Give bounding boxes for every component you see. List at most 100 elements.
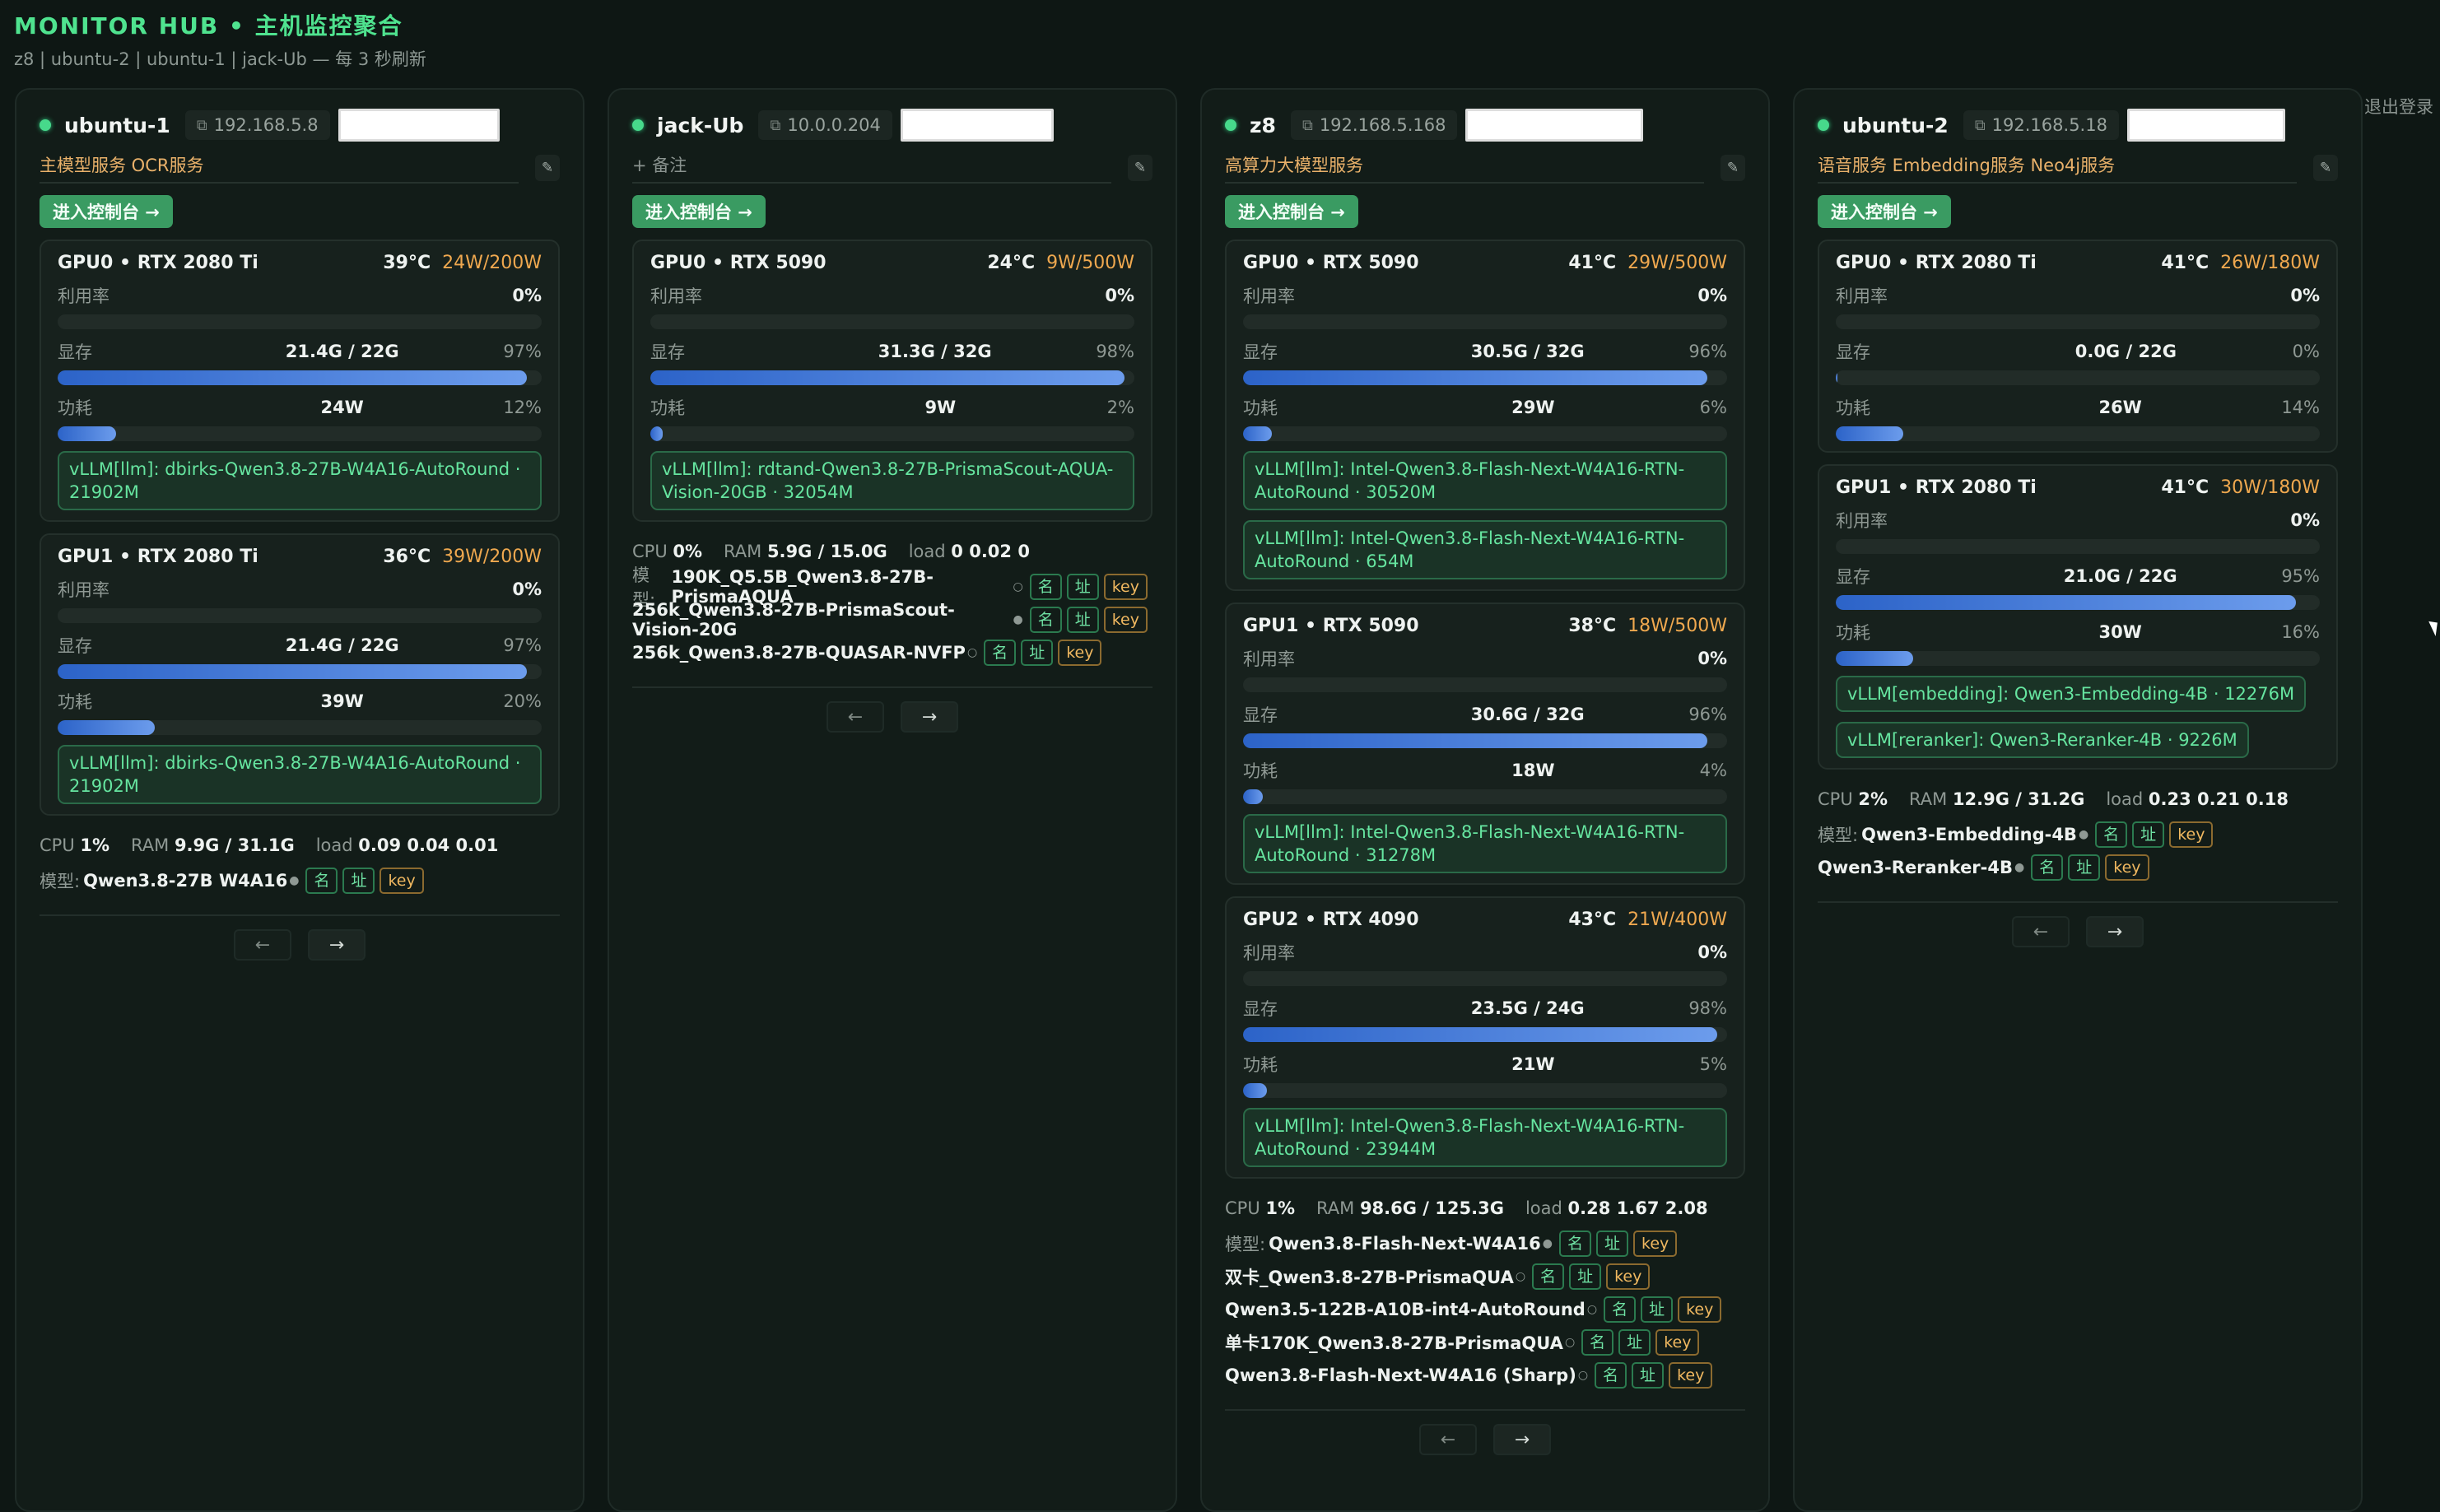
ip-chip[interactable]: ⧉ 192.168.5.18 xyxy=(1963,110,2119,140)
copy-address-button[interactable]: 址 xyxy=(1066,574,1099,600)
gpu-temp: 43°C xyxy=(1568,910,1617,930)
gpu-power-cap: 18W/500W xyxy=(1627,616,1727,636)
copy-name-button[interactable]: 名 xyxy=(1532,1263,1565,1290)
model-name: 256k_Qwen3.8-27B-QUASAR-NVFP xyxy=(632,643,966,663)
copy-name-button[interactable]: 名 xyxy=(2095,821,2128,848)
copy-key-button[interactable]: key xyxy=(1058,640,1102,666)
gpu-power-cap: 29W/500W xyxy=(1627,253,1727,273)
process-badge: vLLM[embedding]: Qwen3-Embedding-4B · 12… xyxy=(1836,676,2307,712)
copy-address-button[interactable]: 址 xyxy=(2068,854,2101,881)
model-status-icon: ○ xyxy=(966,646,978,659)
power-pct: 20% xyxy=(503,691,542,711)
enter-console-button[interactable]: 进入控制台 → xyxy=(1818,195,1951,228)
util-label: 利用率 xyxy=(650,286,702,306)
prev-page-button[interactable]: ← xyxy=(827,701,884,733)
host-note[interactable]: + 备注 xyxy=(632,152,1111,184)
edit-note-button[interactable]: ✎ xyxy=(2313,155,2338,181)
copy-address-button[interactable]: 址 xyxy=(1595,1231,1628,1257)
prev-page-button[interactable]: ← xyxy=(2012,916,2070,947)
copy-name-button[interactable]: 名 xyxy=(1595,1362,1627,1389)
power-label: 功耗 xyxy=(650,398,685,418)
copy-key-button[interactable]: key xyxy=(1669,1362,1713,1389)
mem-bar xyxy=(1243,370,1727,385)
model-status-icon: ○ xyxy=(1564,1336,1576,1349)
process-badge: vLLM[llm]: Intel-Qwen3.8-Flash-Next-W4A1… xyxy=(1243,814,1727,873)
enter-console-button[interactable]: 进入控制台 → xyxy=(40,195,173,228)
copy-address-button[interactable]: 址 xyxy=(1021,640,1054,666)
cpu-value: 0% xyxy=(673,542,703,561)
edit-note-button[interactable]: ✎ xyxy=(1721,155,1745,181)
power-label: 功耗 xyxy=(1243,761,1278,781)
copy-name-button[interactable]: 名 xyxy=(1604,1296,1637,1323)
copy-address-button[interactable]: 址 xyxy=(342,868,375,894)
power-bar-fill xyxy=(1243,426,1273,441)
mem-bar xyxy=(1836,370,2320,385)
logout-link[interactable]: 退出登录 xyxy=(2364,94,2433,119)
copy-address-button[interactable]: 址 xyxy=(1632,1362,1665,1389)
next-page-button[interactable]: → xyxy=(901,701,958,733)
process-badge: vLLM[llm]: dbirks-Qwen3.8-27B-W4A16-Auto… xyxy=(58,745,542,804)
models-prefix: 模型: xyxy=(1225,1235,1266,1254)
power-label: 功耗 xyxy=(1243,398,1278,418)
model-row: 模型: Qwen3-Embedding-4B ● 名址 key xyxy=(1818,821,2338,849)
next-page-button[interactable]: → xyxy=(2086,916,2144,947)
process-badge: vLLM[llm]: Intel-Qwen3.8-Flash-Next-W4A1… xyxy=(1243,1108,1727,1167)
copy-key-button[interactable]: key xyxy=(1678,1296,1722,1323)
copy-name-button[interactable]: 名 xyxy=(1558,1231,1591,1257)
copy-name-button[interactable]: 名 xyxy=(2031,854,2064,881)
prev-page-button[interactable]: ← xyxy=(1419,1424,1477,1455)
copy-key-button[interactable]: key xyxy=(380,868,424,894)
copy-key-button[interactable]: key xyxy=(1103,574,1148,600)
copy-name-button[interactable]: 名 xyxy=(984,640,1017,666)
copy-key-button[interactable]: key xyxy=(1606,1263,1651,1290)
model-row: 单卡170K_Qwen3.8-27B-PrismaQUA ○ 名址 key xyxy=(1225,1328,1745,1356)
edit-note-button[interactable]: ✎ xyxy=(535,155,560,181)
note-row: + 备注 ✎ xyxy=(632,152,1152,184)
copy-address-button[interactable]: 址 xyxy=(1569,1263,1602,1290)
copy-key-button[interactable]: key xyxy=(1633,1231,1678,1257)
ip-chip[interactable]: ⧉ 192.168.5.8 xyxy=(184,110,330,140)
host-note[interactable]: 主模型服务 OCR服务 xyxy=(40,152,519,184)
copy-key-button[interactable]: key xyxy=(2105,854,2149,881)
util-value: 0% xyxy=(1697,286,1727,305)
copy-name-button[interactable]: 名 xyxy=(305,868,338,894)
gpu-card: GPU2 • RTX 4090 43°C 21W/400W 利用率 0% 显存 23.5G … xyxy=(1225,896,1745,1179)
next-page-button[interactable]: → xyxy=(308,929,366,961)
gpu-card: GPU0 • RTX 5090 41°C 29W/500W 利用率 0% 显存 30.5G … xyxy=(1225,240,1745,591)
ip-chip[interactable]: ⧉ 10.0.0.204 xyxy=(758,110,892,140)
model-list: 模型: 190K_Q5.5B_Qwen3.8-27B-PrismaAQUA ○ 名址 k… xyxy=(632,565,1152,667)
copy-address-button[interactable]: 址 xyxy=(1066,607,1099,633)
copy-key-button[interactable]: key xyxy=(1103,607,1148,633)
copy-name-button[interactable]: 名 xyxy=(1029,607,1062,633)
copy-address-button[interactable]: 址 xyxy=(1641,1296,1674,1323)
enter-console-button[interactable]: 进入控制台 → xyxy=(1225,195,1358,228)
copy-name-button[interactable]: 名 xyxy=(1029,574,1062,600)
host-note[interactable]: 高算力大模型服务 xyxy=(1225,152,1704,184)
ip-chip[interactable]: ⧉ 192.168.5.168 xyxy=(1290,110,1458,140)
gpu-temp: 36°C xyxy=(383,547,431,567)
prev-page-button[interactable]: ← xyxy=(234,929,291,961)
edit-note-button[interactable]: ✎ xyxy=(1128,155,1152,181)
power-bar-fill xyxy=(58,720,155,735)
copy-address-button[interactable]: 址 xyxy=(1618,1329,1651,1356)
util-label: 利用率 xyxy=(58,580,109,600)
mem-pct: 97% xyxy=(503,342,542,361)
next-page-button[interactable]: → xyxy=(1493,1424,1551,1455)
power-pct: 2% xyxy=(1106,398,1134,417)
host-note[interactable]: 语音服务 Embedding服务 Neo4j服务 xyxy=(1818,152,2297,184)
copy-key-button[interactable]: key xyxy=(1655,1329,1700,1356)
divider xyxy=(40,914,560,916)
util-value: 0% xyxy=(1105,286,1134,305)
model-status-icon: ○ xyxy=(1577,1369,1589,1382)
load-value: 0.09 0.04 0.01 xyxy=(358,835,499,855)
copy-address-button[interactable]: 址 xyxy=(2132,821,2165,848)
mem-label: 显存 xyxy=(650,342,685,362)
gpu-name: GPU2 • RTX 4090 xyxy=(1243,910,1419,930)
divider xyxy=(632,686,1152,688)
model-row: Qwen3.8-Flash-Next-W4A16 (Sharp) ○ 名址 key xyxy=(1225,1361,1745,1389)
copy-key-button[interactable]: key xyxy=(2169,821,2214,848)
mem-label: 显存 xyxy=(1243,999,1278,1019)
enter-console-button[interactable]: 进入控制台 → xyxy=(632,195,766,228)
power-label: 功耗 xyxy=(1243,1055,1278,1075)
copy-name-button[interactable]: 名 xyxy=(1581,1329,1614,1356)
